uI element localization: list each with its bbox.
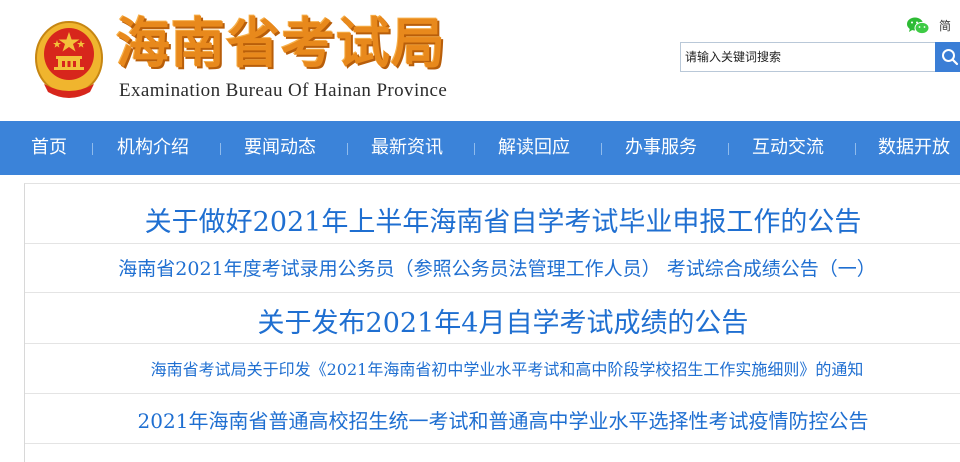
nav-separator — [601, 143, 602, 155]
headline-panel: 关于做好2021年上半年海南省自学考试毕业申报工作的公告 海南省2021年度考试… — [24, 183, 960, 462]
headline-link[interactable]: 关于做好2021年上半年海南省自学考试毕业申报工作的公告 — [1, 200, 960, 239]
nav-item-news[interactable]: 要闻动态 — [244, 121, 316, 175]
search-icon — [942, 49, 959, 66]
divider — [25, 393, 960, 394]
nav-item-interpretation[interactable]: 解读回应 — [498, 121, 570, 175]
divider — [25, 343, 960, 344]
nav-separator — [92, 143, 93, 155]
nav-item-latest[interactable]: 最新资讯 — [371, 121, 443, 175]
national-emblem-icon — [35, 21, 103, 98]
site-title-en: Examination Bureau Of Hainan Province — [119, 80, 448, 101]
nav-separator — [855, 143, 856, 155]
main-nav: 首页 机构介绍 要闻动态 最新资讯 解读回应 办事服务 互动交流 数据开放 — [0, 121, 960, 175]
divider — [25, 292, 960, 293]
nav-item-home[interactable]: 首页 — [31, 121, 67, 175]
headline-link[interactable]: 海南省2021年度考试录用公务员（参照公务员法管理工作人员） 考试综合成绩公告（… — [0, 254, 960, 281]
divider — [25, 443, 960, 444]
search-button[interactable] — [935, 42, 960, 72]
headline-link[interactable]: 2021年海南省普通高校招生统一考试和普通高中学业水平选择性考试疫情防控公告 — [1, 405, 960, 434]
nav-item-about[interactable]: 机构介绍 — [117, 121, 189, 175]
nav-separator — [474, 143, 475, 155]
headline-link[interactable]: 关于发布2021年4月自学考试成绩的公告 — [1, 301, 960, 340]
nav-item-interaction[interactable]: 互动交流 — [752, 121, 824, 175]
search-input[interactable] — [680, 42, 936, 72]
divider — [25, 243, 960, 244]
simplified-chinese-link[interactable]: 简 — [939, 19, 951, 33]
nav-separator — [220, 143, 221, 155]
nav-item-services[interactable]: 办事服务 — [625, 121, 697, 175]
nav-separator — [347, 143, 348, 155]
nav-item-open-data[interactable]: 数据开放 — [878, 121, 950, 175]
site-header: 海南省考试局 Examination Bureau Of Hainan Prov… — [0, 0, 960, 121]
nav-separator — [728, 143, 729, 155]
headline-link[interactable]: 海南省考试局关于印发《2021年海南省初中学业水平考试和高中阶段学校招生工作实施… — [5, 356, 960, 380]
site-title-cn: 海南省考试局 — [116, 12, 446, 75]
wechat-icon[interactable] — [906, 17, 930, 35]
